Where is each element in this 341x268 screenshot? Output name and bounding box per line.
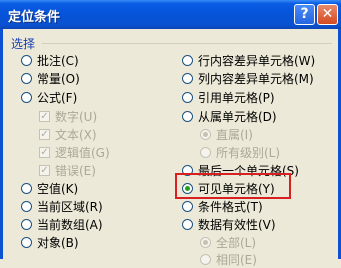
option-logicals: ✓ 逻辑值(G) — [39, 143, 110, 161]
option-row-differences[interactable]: 行内容差异单元格(W) — [182, 51, 315, 69]
window-title: 定位条件 — [8, 10, 61, 25]
option-direct-only-label: 直属(I) — [216, 127, 253, 142]
option-data-validation-label: 数据有效性(V) — [198, 217, 276, 232]
option-text-label: 文本(X) — [55, 127, 97, 142]
radio-current-array[interactable] — [21, 218, 32, 230]
radio-constants[interactable] — [21, 72, 32, 84]
option-logicals-label: 逻辑值(G) — [55, 145, 110, 160]
window-frame-left — [0, 29, 3, 259]
title-bar: 定位条件 ? ✕ — [0, 0, 341, 29]
option-comments[interactable]: 批注(C) — [21, 51, 79, 69]
option-objects-label: 对象(B) — [37, 235, 79, 250]
radio-conditional-formats[interactable] — [182, 200, 193, 212]
option-numbers-label: 数字(U) — [55, 109, 98, 124]
option-errors: ✓ 错误(E) — [39, 161, 96, 179]
radio-dependents[interactable] — [182, 110, 193, 122]
option-column-differences-label: 列内容差异单元格(M) — [198, 71, 314, 86]
option-validation-all: 全部(L) — [200, 233, 256, 251]
highlight-box — [175, 173, 291, 199]
option-current-region[interactable]: 当前区域(R) — [21, 197, 103, 215]
radio-formulas[interactable] — [21, 91, 32, 103]
option-validation-same-label: 相同(E) — [216, 252, 257, 267]
option-constants[interactable]: 常量(O) — [21, 69, 80, 87]
option-precedents[interactable]: 引用单元格(P) — [182, 88, 275, 106]
option-validation-same: 相同(E) — [200, 250, 257, 268]
radio-column-differences[interactable] — [182, 72, 193, 84]
option-objects[interactable]: 对象(B) — [21, 233, 79, 251]
option-formulas-label: 公式(F) — [37, 90, 78, 105]
option-all-levels-label: 所有级别(L) — [216, 145, 281, 160]
close-button[interactable]: ✕ — [317, 4, 338, 25]
group-divider — [42, 43, 332, 44]
option-dependents-label: 从属单元格(D) — [198, 109, 277, 124]
radio-objects[interactable] — [21, 236, 32, 248]
radio-all-levels — [200, 146, 211, 158]
option-formulas[interactable]: 公式(F) — [21, 88, 77, 106]
checkbox-numbers: ✓ — [39, 110, 50, 122]
help-button[interactable]: ? — [294, 4, 315, 25]
option-current-region-label: 当前区域(R) — [37, 199, 103, 214]
radio-validation-all — [200, 236, 211, 248]
option-row-differences-label: 行内容差异单元格(W) — [198, 53, 316, 68]
option-direct-only: 直属(I) — [200, 125, 253, 143]
option-column-differences[interactable]: 列内容差异单元格(M) — [182, 69, 314, 87]
option-blanks-label: 空值(K) — [37, 181, 79, 196]
option-precedents-label: 引用单元格(P) — [198, 90, 275, 105]
radio-precedents[interactable] — [182, 91, 193, 103]
checkbox-logicals: ✓ — [39, 146, 50, 158]
checkbox-errors: ✓ — [39, 164, 50, 176]
option-current-array[interactable]: 当前数组(A) — [21, 215, 103, 233]
option-data-validation[interactable]: 数据有效性(V) — [182, 215, 276, 233]
option-errors-label: 错误(E) — [55, 163, 96, 178]
option-text: ✓ 文本(X) — [39, 125, 97, 143]
radio-direct-only — [200, 128, 211, 140]
option-comments-label: 批注(C) — [37, 53, 79, 68]
option-dependents[interactable]: 从属单元格(D) — [182, 107, 277, 125]
option-current-array-label: 当前数组(A) — [37, 217, 103, 232]
radio-comments[interactable] — [21, 54, 32, 66]
radio-validation-same — [200, 253, 211, 265]
option-all-levels: 所有级别(L) — [200, 143, 280, 161]
option-conditional-formats[interactable]: 条件格式(T) — [182, 197, 263, 215]
radio-blanks[interactable] — [21, 182, 32, 194]
option-constants-label: 常量(O) — [37, 71, 80, 86]
option-conditional-formats-label: 条件格式(T) — [198, 199, 263, 214]
radio-data-validation[interactable] — [182, 218, 193, 230]
checkbox-text: ✓ — [39, 128, 50, 140]
option-validation-all-label: 全部(L) — [216, 235, 257, 250]
radio-current-region[interactable] — [21, 200, 32, 212]
radio-row-differences[interactable] — [182, 54, 193, 66]
option-numbers: ✓ 数字(U) — [39, 107, 97, 125]
option-blanks[interactable]: 空值(K) — [21, 179, 78, 197]
group-label: 选择 — [11, 37, 36, 51]
